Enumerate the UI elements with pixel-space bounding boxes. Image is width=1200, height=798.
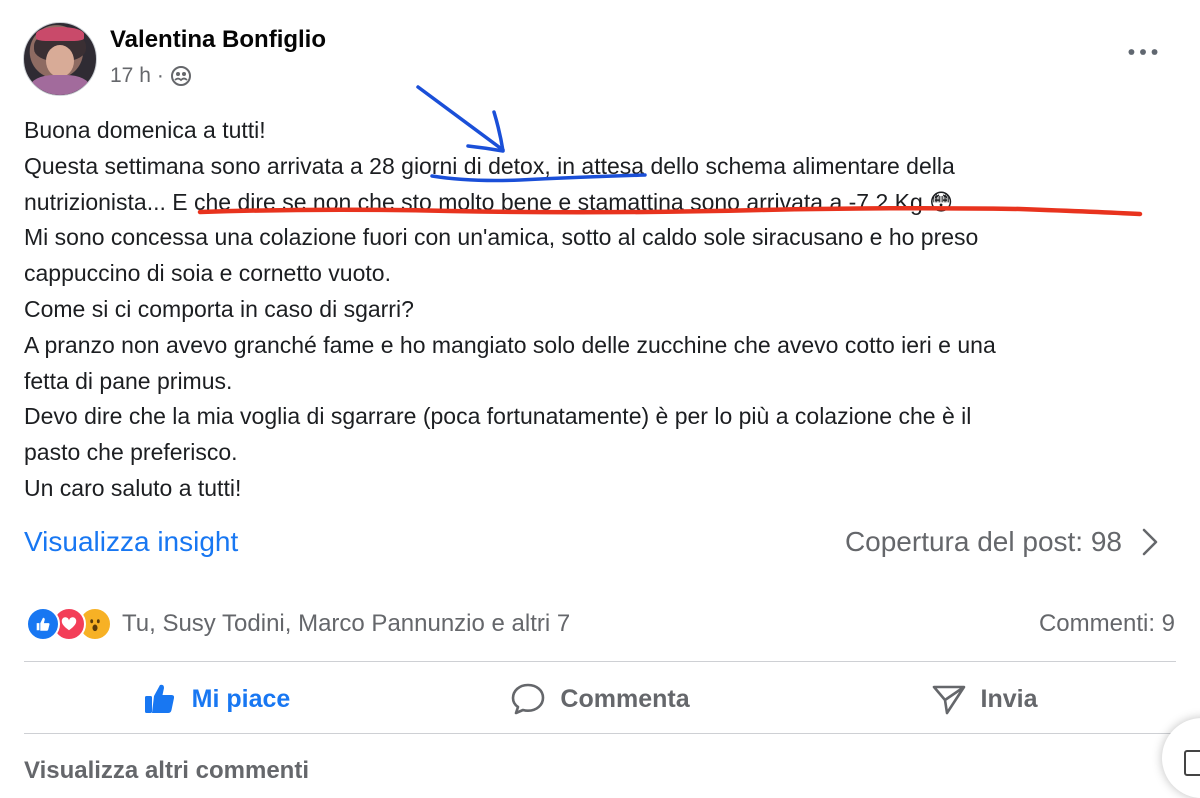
post-line: Questa settimana sono arrivata a 28 gior… xyxy=(24,152,955,179)
floating-compose-button[interactable] xyxy=(1162,718,1200,798)
reactions-summary[interactable]: Tu, Susy Todini, Marco Pannunzio e altri… xyxy=(26,607,570,641)
post-line: nutrizionista... E che dire se non che s… xyxy=(24,188,954,215)
divider xyxy=(24,661,1176,662)
thumbs-up-icon xyxy=(144,684,174,713)
post-actions: Mi piace Commenta Invia xyxy=(24,668,1176,730)
chevron-right-icon xyxy=(1142,528,1158,556)
divider xyxy=(24,733,1176,734)
comment-label: Commenta xyxy=(560,684,690,713)
avatar-shirt xyxy=(30,75,90,95)
post-line: Devo dire che la mia voglia di sgarrare … xyxy=(24,403,972,430)
like-button[interactable]: Mi piace xyxy=(24,681,408,717)
post-time[interactable]: 17 h xyxy=(110,64,151,88)
reactors-list[interactable]: Tu, Susy Todini, Marco Pannunzio e altri… xyxy=(122,610,570,638)
post-line: Mi sono concessa una colazione fuori con… xyxy=(24,224,979,251)
comment-bubble-icon xyxy=(512,683,545,715)
like-icon xyxy=(26,607,60,641)
more-options-icon[interactable] xyxy=(1125,38,1161,66)
comments-count[interactable]: Commenti: 9 xyxy=(1039,610,1175,638)
meta-separator: · xyxy=(156,64,164,87)
post-line: fetta di pane primus. xyxy=(24,367,233,394)
avatar[interactable] xyxy=(23,22,97,96)
share-button[interactable]: Invia xyxy=(792,681,1176,717)
post-line: pasto che preferisco. xyxy=(24,439,238,466)
share-label: Invia xyxy=(980,684,1038,713)
view-insights-link[interactable]: Visualizza insight xyxy=(24,526,238,558)
post-line: Come si ci comporta in caso di sgarri? xyxy=(24,295,414,322)
post-reach[interactable]: Copertura del post: 98 xyxy=(845,526,1160,558)
post-line: cappuccino di soia e cornetto vuoto. xyxy=(24,260,391,287)
post-line: Buona domenica a tutti! xyxy=(24,117,266,143)
post-text: Buona domenica a tutti! Questa settimana… xyxy=(24,113,1184,507)
post-line: Un caro saluto a tutti! xyxy=(24,474,242,501)
view-more-comments-link[interactable]: Visualizza altri commenti xyxy=(24,757,309,785)
group-privacy-icon xyxy=(170,65,192,87)
avatar-face xyxy=(46,45,74,77)
like-label: Mi piace xyxy=(191,684,291,713)
post-reach-label: Copertura del post: 98 xyxy=(844,526,1122,557)
author-name[interactable]: Valentina Bonfiglio xyxy=(110,26,326,54)
compose-icon xyxy=(1184,750,1200,776)
comment-button[interactable]: Commenta xyxy=(408,681,792,717)
send-icon xyxy=(932,685,965,715)
post-meta: 17 h · xyxy=(110,64,192,88)
post-line: A pranzo non avevo granché fame e ho man… xyxy=(24,331,996,358)
avatar-cap xyxy=(36,27,84,41)
